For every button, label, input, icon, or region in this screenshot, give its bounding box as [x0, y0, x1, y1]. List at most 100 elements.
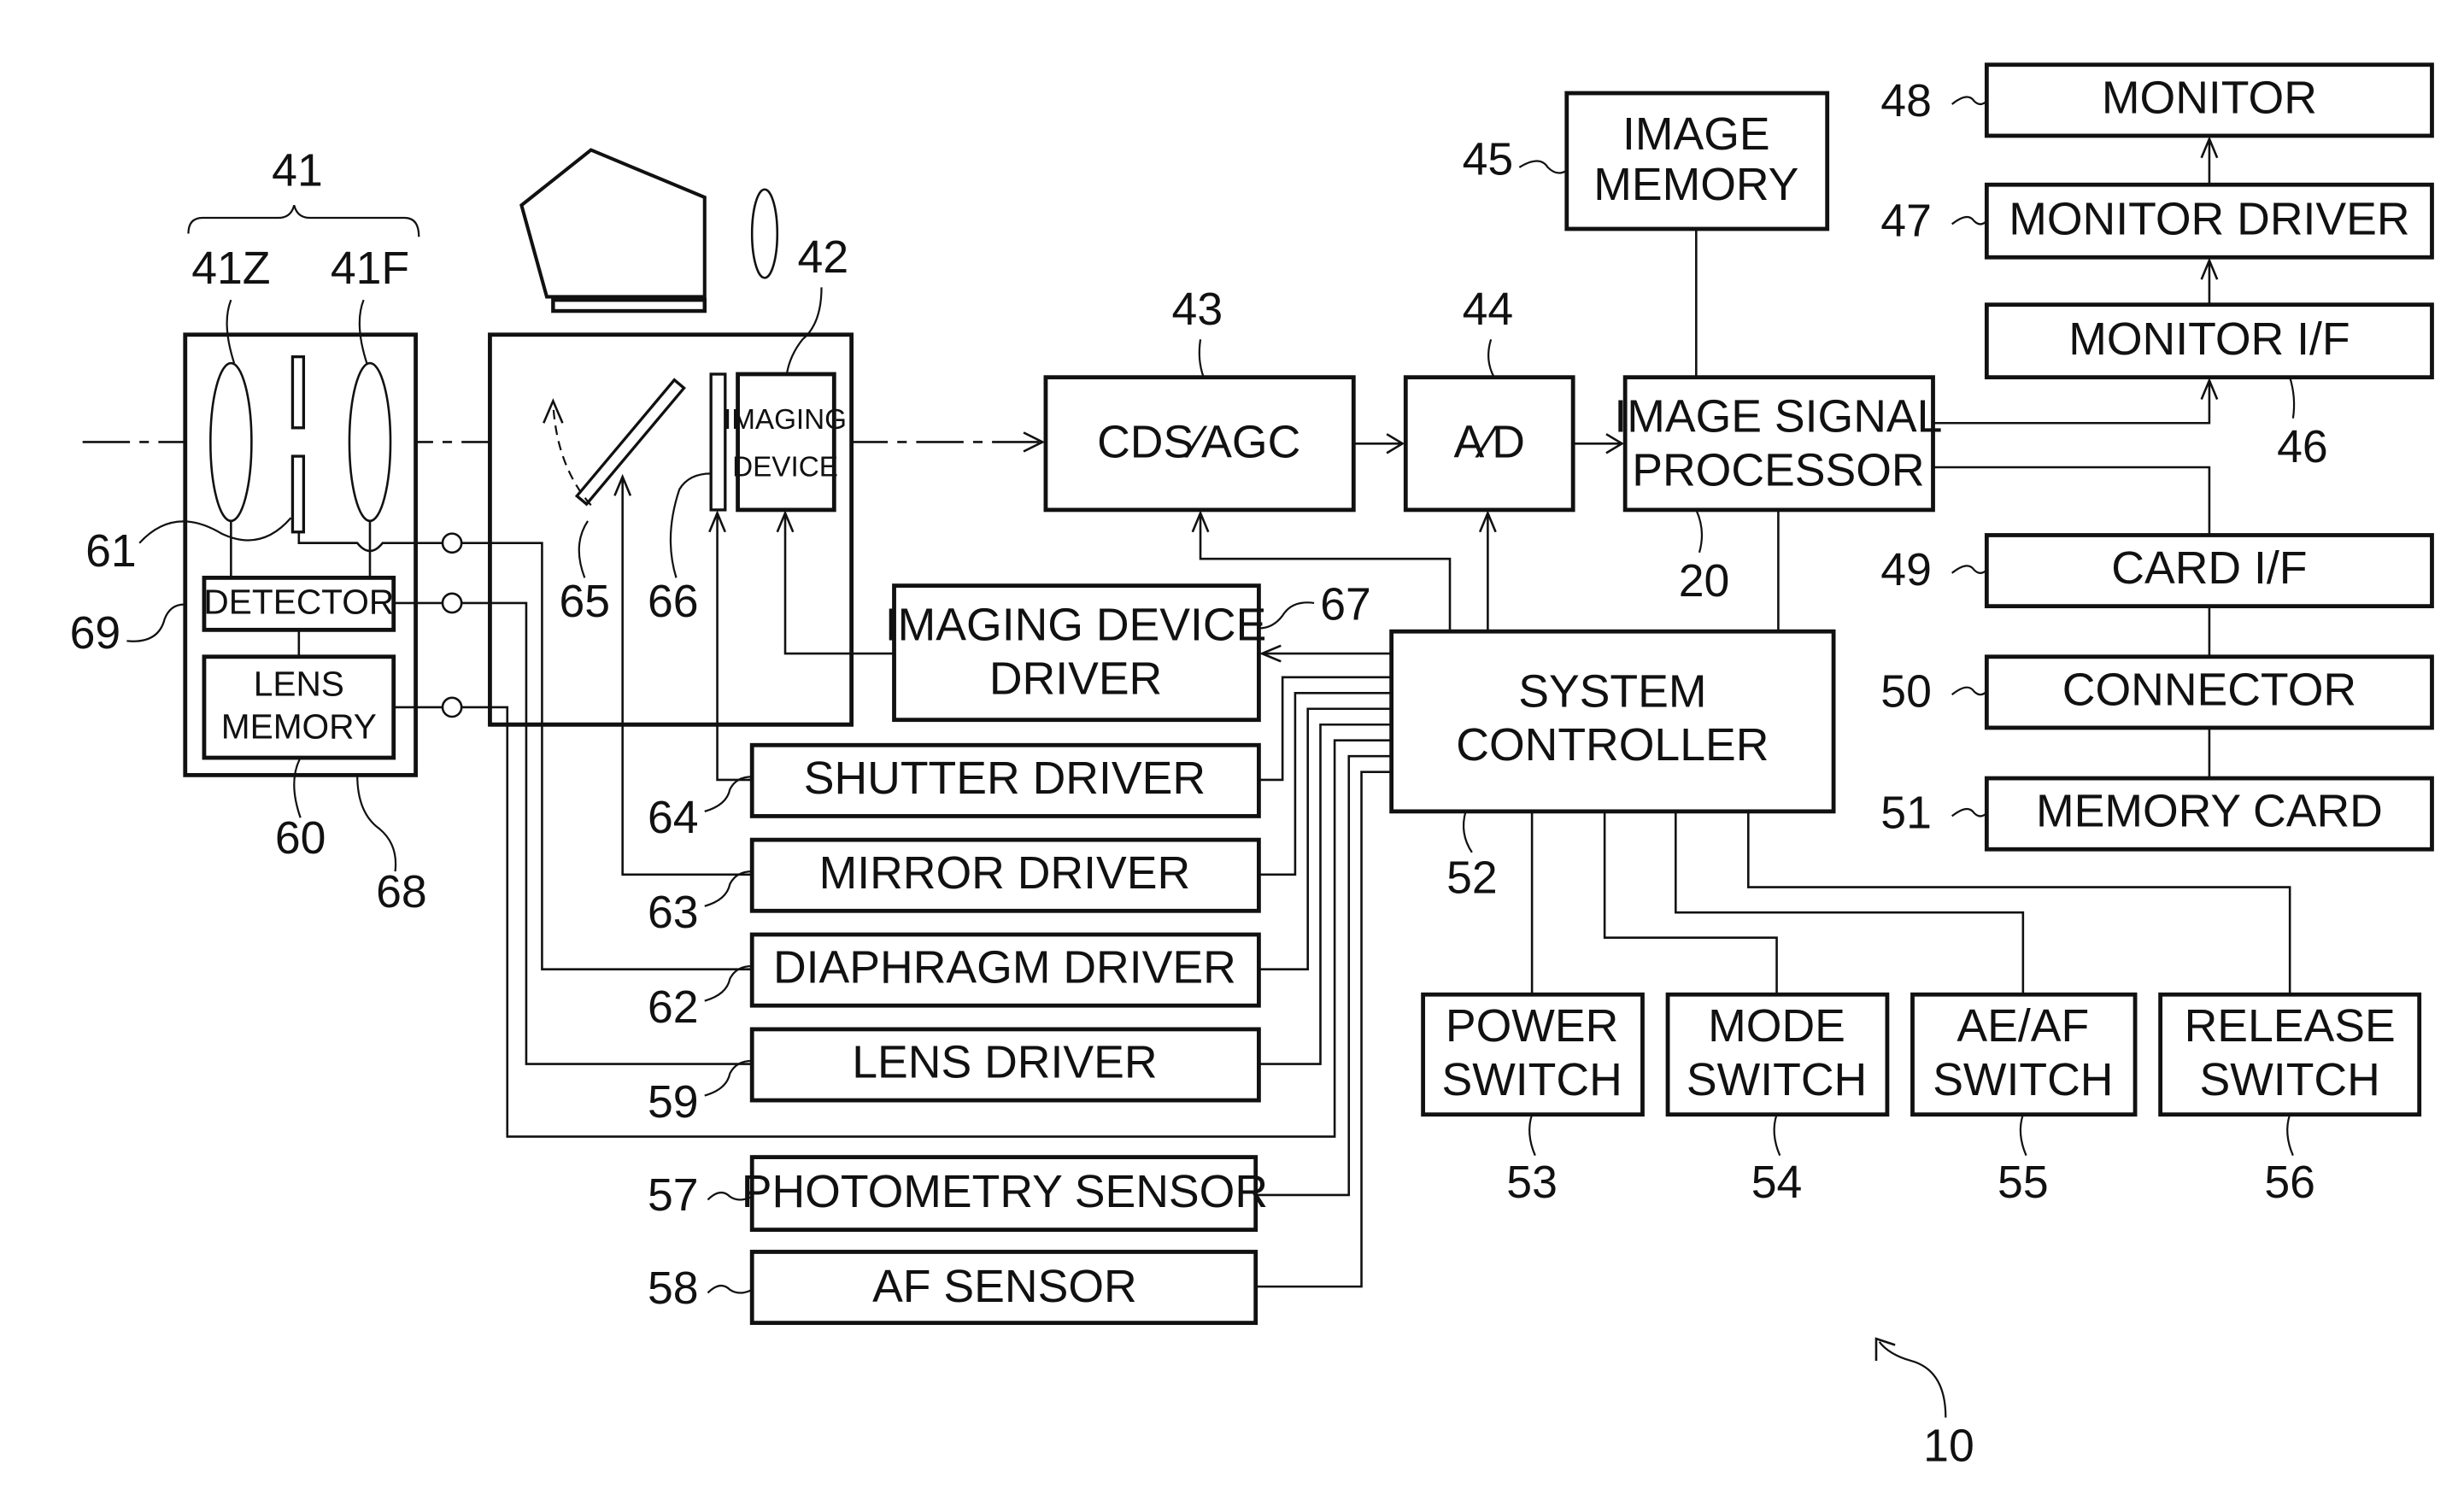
contact-3 [441, 696, 463, 718]
card-if-label: CARD I/F [2111, 542, 2307, 594]
monitor-if-ref: 46 [2277, 421, 2328, 472]
a-d-ref: 44 [1463, 284, 1514, 335]
camera-block-diagram: 41 41Z 41F DETECTOR LENS MEMORY 61 69 60… [70, 62, 2434, 1472]
ae-af-switch-leader [2019, 1114, 2027, 1157]
sc-to-mode [1603, 811, 1778, 995]
monitor-if-label: MONITOR I/F [2068, 314, 2350, 365]
monitor-driver-label: MONITOR DRIVER [2009, 194, 2409, 245]
isp-leader [1695, 509, 1704, 554]
shutter-driver-leader [704, 776, 753, 812]
power-switch-ref: 53 [1506, 1157, 1558, 1208]
detector-label: DETECTOR [203, 583, 394, 622]
cds-agc-leader [1198, 339, 1205, 378]
diaphragm-upper [290, 355, 306, 430]
monitor-driver-ref: 47 [1880, 196, 1932, 247]
mirror-driver-leader [704, 870, 753, 907]
system-controller-line2: CONTROLLER [1456, 719, 1769, 771]
system-controller-ref: 52 [1446, 852, 1498, 903]
mirror-driver-label: MIRROR DRIVER [819, 847, 1191, 899]
release-switch-ref: 56 [2264, 1157, 2315, 1208]
lens-unit: 41 41Z 41F DETECTOR LENS MEMORY 61 69 60… [70, 144, 463, 917]
monitor-if-leader [2289, 377, 2296, 419]
af-sensor-ref: 58 [648, 1263, 699, 1314]
imaging-device-line1: IMAGING [724, 404, 847, 436]
diaphragm-lower [290, 454, 306, 534]
mode-switch-line2: SWITCH [1687, 1054, 1867, 1105]
camera-body: IMAGING DEVICE 42 65 66 [488, 148, 854, 727]
eyepiece-lens [750, 188, 779, 279]
cds-agc-label: CDS∕AGC [1097, 416, 1300, 467]
lens-driver-ref: 59 [648, 1076, 699, 1128]
monitor-leader [1951, 96, 1988, 106]
lens-barrel-ref: 68 [376, 866, 427, 917]
memory-card-label: MEMORY CARD [2036, 786, 2383, 837]
system-controller-leader [1462, 811, 1473, 853]
shutter [709, 372, 727, 512]
image-memory-leader [1518, 160, 1568, 174]
imaging-device-driver-leader [1258, 601, 1315, 630]
power-switch-leader [1528, 1114, 1536, 1157]
release-switch-line1: RELEASE [2185, 1000, 2396, 1052]
imaging-device-ref: 42 [798, 231, 849, 283]
ae-af-switch-ref: 55 [1998, 1157, 2049, 1208]
isp-line1: IMAGE SIGNAL [1614, 391, 1942, 442]
focus-lens-ref: 41F [331, 243, 409, 294]
connector-label: CONNECTOR [2062, 664, 2356, 715]
isp-ref: 20 [1679, 555, 1730, 607]
memory-card-ref: 51 [1880, 788, 1932, 839]
release-switch-line2: SWITCH [2200, 1054, 2380, 1105]
memory-card-leader [1951, 807, 1988, 817]
sc-to-af-sensor [1255, 771, 1392, 1288]
power-switch-line2: SWITCH [1441, 1054, 1622, 1105]
imaging-device-driver-ref: 67 [1320, 579, 1371, 630]
mirror-driver-ref: 63 [648, 887, 699, 938]
mirror-ref: 65 [560, 576, 611, 627]
detector-leader [126, 603, 187, 642]
figure-ref-leader [1878, 1341, 1947, 1418]
system-controller-line1: SYSTEM [1518, 665, 1706, 717]
shutter-driver-label: SHUTTER DRIVER [804, 753, 1206, 804]
lens-driver-leader [704, 1059, 753, 1097]
shutter-ref: 66 [648, 576, 699, 627]
photometry-sensor-label: PHOTOMETRY SENSOR [742, 1166, 1268, 1217]
mode-switch-line1: MODE [1708, 1000, 1845, 1052]
lens-barrel-leader [356, 775, 397, 872]
ae-af-switch-line1: AE/AF [1957, 1000, 2089, 1052]
lens-memory-line1: LENS [254, 665, 344, 704]
mode-switch-ref: 54 [1751, 1157, 1803, 1208]
shutter-driver-ref: 64 [648, 792, 699, 843]
sc-to-photometry [1255, 754, 1392, 1197]
isp-to-card-if [1933, 466, 2211, 536]
focusing-screen [551, 297, 707, 314]
zoom-lens-ref: 41Z [191, 243, 270, 294]
lens-unit-ref: 41 [272, 144, 323, 196]
a-d-leader [1487, 338, 1495, 378]
release-switch-leader [2286, 1114, 2294, 1157]
detector-ref: 69 [70, 607, 121, 659]
figure-ref: 10 [1923, 1421, 1974, 1472]
lens-memory-line2: MEMORY [221, 707, 377, 747]
contact-1 [441, 532, 463, 554]
power-switch-line1: POWER [1446, 1000, 1618, 1052]
diaphragm-ref: 61 [85, 525, 137, 577]
image-memory-line1: IMAGE [1622, 108, 1770, 160]
diaphragm-driver-leader [704, 964, 753, 1002]
ae-af-switch-line2: SWITCH [1933, 1054, 2113, 1105]
connector-leader [1951, 686, 1988, 696]
figure-ref-arrowhead [1874, 1337, 1896, 1361]
a-d-label: A∕D [1454, 416, 1525, 467]
image-memory-ref: 45 [1463, 134, 1514, 185]
lens-memory-ref: 60 [275, 812, 326, 864]
imaging-device-driver-line1: IMAGING DEVICE [885, 600, 1267, 651]
imaging-device-line2: DEVICE [732, 452, 838, 483]
connector-ref: 50 [1880, 665, 1932, 717]
photometry-sensor-ref: 57 [648, 1169, 699, 1221]
imaging-device-block [736, 372, 836, 513]
lens-driver-label: LENS DRIVER [852, 1037, 1157, 1088]
sc-to-mirror-driver [1258, 691, 1392, 876]
contact-2 [441, 592, 463, 614]
mode-switch-leader [1773, 1114, 1781, 1157]
diaphragm-driver-ref: 62 [648, 982, 699, 1033]
sc-to-lens-driver [1258, 723, 1392, 1065]
image-memory-line2: MEMORY [1593, 159, 1798, 210]
